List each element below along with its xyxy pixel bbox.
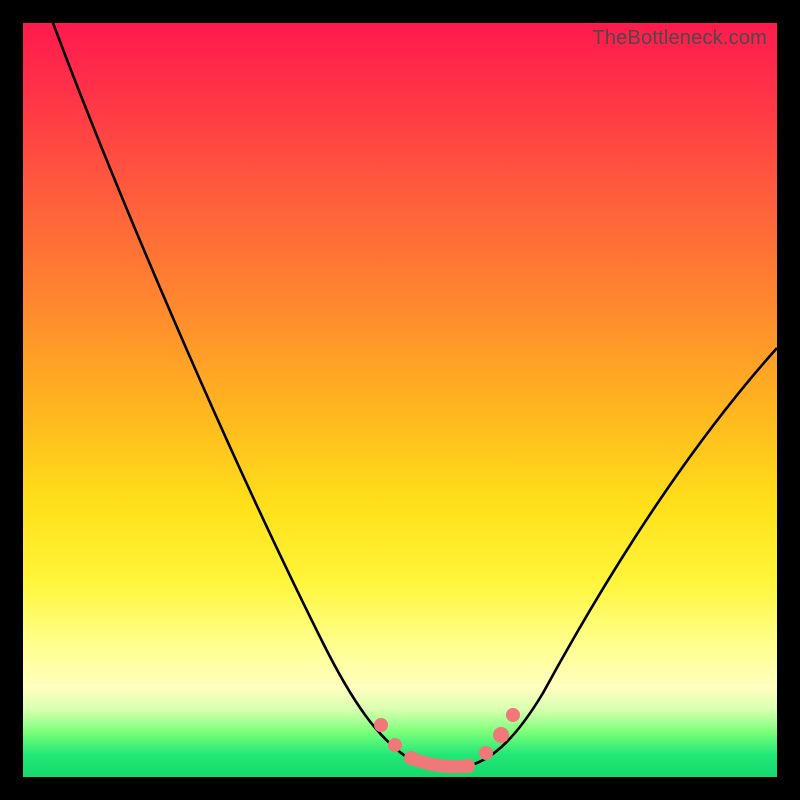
curve-layer	[23, 23, 777, 777]
highlight-markers	[374, 708, 520, 773]
plot-area: TheBottleneck.com	[23, 23, 777, 777]
bottleneck-curve	[53, 23, 777, 768]
outer-frame: TheBottleneck.com	[0, 0, 800, 800]
